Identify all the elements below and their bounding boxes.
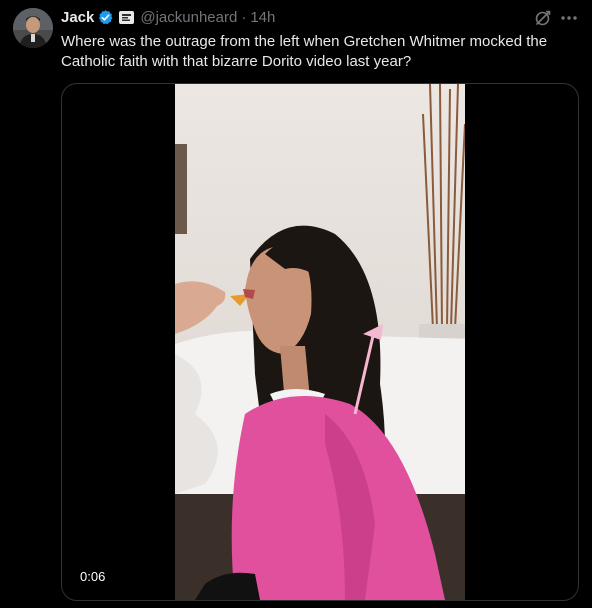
video-thumbnail [175, 84, 465, 600]
video-player[interactable]: 0:06 [61, 83, 579, 601]
tweet-text: Where was the outrage from the left when… [61, 33, 548, 70]
video-duration: 0:06 [74, 567, 112, 587]
grok-icon[interactable] [533, 8, 553, 28]
separator-dot: · [241, 8, 247, 26]
author-handle[interactable]: @jackunheard [140, 9, 237, 26]
tweet[interactable]: Jack @jackunheard · 14h Where was the ou… [0, 0, 592, 608]
verified-badge-icon [97, 9, 114, 26]
affiliate-badge-icon[interactable] [119, 10, 135, 24]
more-icon[interactable] [558, 8, 580, 28]
avatar[interactable] [13, 8, 53, 48]
video-frame[interactable] [175, 84, 465, 600]
tweet-header: Jack @jackunheard · 14h [61, 7, 275, 27]
author-name[interactable]: Jack [61, 9, 94, 26]
timestamp[interactable]: 14h [250, 9, 275, 26]
avatar-image [13, 8, 53, 48]
